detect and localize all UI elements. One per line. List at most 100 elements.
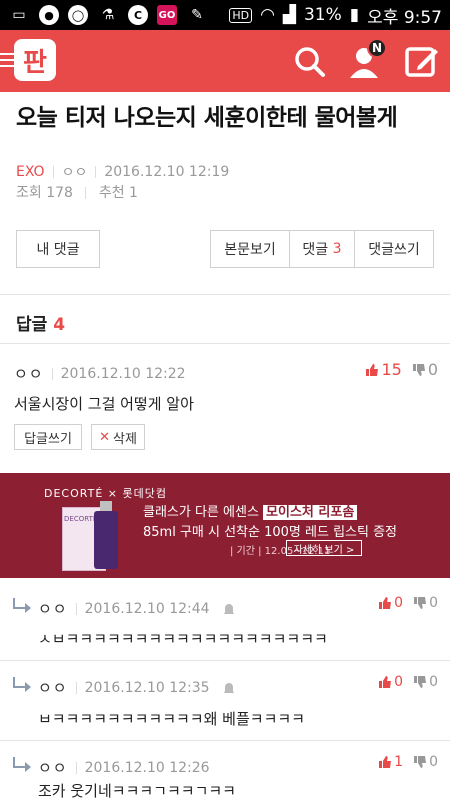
thumb-up-icon xyxy=(379,676,392,688)
downvote-button[interactable]: 0 xyxy=(413,674,438,690)
upvote-button[interactable]: 0 xyxy=(378,595,403,611)
profile-button[interactable]: N xyxy=(348,38,387,80)
divider xyxy=(0,294,450,295)
opera-icon: ◯ xyxy=(68,5,88,25)
comments-button[interactable]: 댓글 3 xyxy=(290,231,355,267)
comment-author: ㅇㅇ xyxy=(14,365,44,383)
divider xyxy=(0,660,450,661)
divider xyxy=(0,740,450,741)
ad-headline-text: 클래스가 다른 에센스 xyxy=(143,505,259,520)
view-body-button[interactable]: 본문보기 xyxy=(211,231,290,267)
post-author: ㅇㅇ xyxy=(61,165,88,181)
close-icon: ✕ xyxy=(99,429,110,445)
reply-date: 2016.12.10 12:26 xyxy=(84,759,210,776)
write-comment-button[interactable]: 댓글쓰기 xyxy=(355,231,433,267)
menu-icon[interactable] xyxy=(0,53,14,71)
comments-label: 댓글 xyxy=(302,242,329,258)
clock: 오후 9:57 xyxy=(367,7,442,28)
thumb-down-icon xyxy=(414,756,427,768)
upvote-count: 0 xyxy=(394,595,404,611)
reply-header: ㅇㅇ 2016.12.10 12:44 xyxy=(38,598,236,619)
ad-headline-highlight: 모이스처 리포솜 xyxy=(263,505,358,520)
upvote-button[interactable]: 0 xyxy=(378,674,403,690)
post-views: 조회 178 xyxy=(16,185,73,201)
downvote-count: 0 xyxy=(429,674,438,690)
upvote-button[interactable]: 15 xyxy=(365,360,402,379)
downvote-button[interactable]: 0 xyxy=(413,595,438,611)
reply-text: ㅂㅋㅋㅋㅋㅋㅋㅋㅋㅋㅋㅋ왜 베플ㅋㅋㅋㅋ xyxy=(38,710,305,728)
pann-logo[interactable]: 판 xyxy=(14,39,56,81)
write-button[interactable] xyxy=(404,44,440,80)
comment-text: 서울시장이 그걸 어떻게 알아 xyxy=(14,395,194,413)
reply-date: 2016.12.10 12:35 xyxy=(84,679,210,696)
divider xyxy=(51,367,53,380)
downvote-count: 0 xyxy=(429,595,438,611)
downvote-count: 0 xyxy=(429,754,438,770)
upvote-count: 15 xyxy=(381,360,402,379)
divider xyxy=(52,166,54,178)
thumb-down-icon xyxy=(414,597,427,609)
post-action-group: 본문보기 댓글 3 댓글쓰기 xyxy=(210,230,434,268)
comment-votes: 15 0 xyxy=(365,360,438,379)
thumb-down-icon xyxy=(412,363,425,376)
post-title: 오늘 티저 나오는지 세훈이한테 물어볼게 xyxy=(16,105,398,131)
post-date: 2016.12.10 12:19 xyxy=(104,164,230,180)
message-icon: ▭ xyxy=(12,7,26,23)
post-category[interactable]: EXO xyxy=(16,164,45,180)
app-header: 판 N xyxy=(0,30,450,92)
app-icon: ● xyxy=(39,5,59,25)
my-comments-button[interactable]: 내 댓글 xyxy=(16,230,100,268)
reply-header: ㅇㅇ 2016.12.10 12:35 xyxy=(38,677,236,698)
ad-product-image: DECORTÉ xyxy=(60,499,150,573)
downvote-button[interactable]: 0 xyxy=(412,360,438,379)
ad-product-label: DECORTÉ xyxy=(64,515,98,523)
reply-author: ㅇㅇ xyxy=(38,600,68,618)
bag-icon: ⚗ xyxy=(101,7,115,23)
c-icon: C xyxy=(128,5,148,25)
ad-cta-button[interactable]: 자세히 보기 > xyxy=(286,540,362,556)
bell-icon[interactable] xyxy=(222,681,236,695)
wrench-icon: ✎ xyxy=(191,7,203,23)
reply-date: 2016.12.10 12:44 xyxy=(84,600,210,617)
comment-date: 2016.12.10 12:22 xyxy=(60,365,186,382)
upvote-button[interactable]: 1 xyxy=(378,754,403,770)
battery-icon: ▮ xyxy=(349,5,360,25)
reply-author: ㅇㅇ xyxy=(38,679,68,697)
thumb-up-icon xyxy=(366,363,379,376)
replies-header: 답글 4 xyxy=(16,310,65,335)
reply-button[interactable]: 답글쓰기 xyxy=(14,424,82,450)
comment-header: ㅇㅇ 2016.12.10 12:22 xyxy=(14,363,186,384)
divider xyxy=(0,343,450,344)
replies-count: 4 xyxy=(53,315,66,335)
downvote-button[interactable]: 0 xyxy=(413,754,438,770)
hd-icon: HD xyxy=(229,7,253,23)
delete-button[interactable]: ✕ 삭제 xyxy=(91,424,145,450)
ad-banner[interactable]: DECORTÉ × 롯데닷컴 DECORTÉ 클래스가 다른 에센스 모이스처 … xyxy=(0,473,450,578)
wifi-icon: ◠ xyxy=(260,5,275,25)
post-recommend: 추천 1 xyxy=(98,185,138,201)
search-icon xyxy=(295,47,325,77)
upvote-count: 1 xyxy=(394,754,404,770)
edit-icon xyxy=(405,47,438,77)
divider xyxy=(85,187,87,199)
upvote-count: 0 xyxy=(394,674,404,690)
downvote-count: 0 xyxy=(427,360,438,379)
divider xyxy=(75,761,77,774)
status-bar: ▭ ● ◯ ⚗ C GO ✎ HD ◠ ▟ 31% ▮ 오후 9:57 xyxy=(0,0,450,30)
thumb-down-icon xyxy=(414,676,427,688)
divider xyxy=(75,602,77,615)
thumb-up-icon xyxy=(379,597,392,609)
bell-icon[interactable] xyxy=(222,602,236,616)
ad-subline: 85ml 구매 시 선착순 100명 레드 립스틱 증정 xyxy=(143,525,397,540)
reply-header: ㅇㅇ 2016.12.10 12:26 xyxy=(38,757,210,778)
reply-author: ㅇㅇ xyxy=(38,759,68,777)
thumb-up-icon xyxy=(379,756,392,768)
reply-arrow-icon xyxy=(13,757,31,772)
notification-badge: N xyxy=(367,38,387,58)
reply-arrow-icon xyxy=(13,598,31,613)
post-meta: EXO ㅇㅇ 2016.12.10 12:19 xyxy=(16,162,229,182)
reply-text: ㅅㅂㅋㅋㅋㅋㅋㅋㅋㅋㅋㅋㅋㅋㅋㅋㅋㅋㅋㅋㅋ xyxy=(38,630,328,648)
replies-label: 답글 xyxy=(16,315,48,335)
divider xyxy=(75,681,77,694)
search-button[interactable] xyxy=(292,44,328,80)
